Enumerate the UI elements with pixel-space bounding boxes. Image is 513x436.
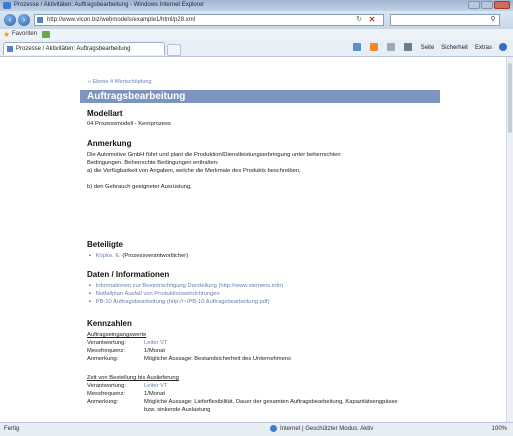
add-favorite-icon[interactable] xyxy=(42,31,50,38)
favorites-button[interactable]: Favoriten xyxy=(12,29,37,40)
daten-item-link[interactable]: Informationen zur Beeinträchtigung Darst… xyxy=(96,283,217,289)
window-controls xyxy=(468,1,510,9)
kennzahl-value: 1/Monat xyxy=(144,391,165,397)
daten-heading: Daten / Informationen xyxy=(87,270,170,279)
daten-item: Informationen zur Beeinträchtigung Darst… xyxy=(89,283,284,289)
anmerkung-line: Bedingungen. Beherrschte Bedingungen ent… xyxy=(87,160,219,166)
kennzahl-value: Mögliche Aussage: Lieferflexibilität, Da… xyxy=(144,399,398,405)
participant-item: Köpke, E. (Prozessverantwortlicher) xyxy=(89,253,188,259)
kennzahl-key: Verantwortung: xyxy=(87,340,126,346)
window-title: Prozesse / Aktivitäten: Auftragsbearbeit… xyxy=(14,2,205,8)
feeds-button[interactable] xyxy=(369,43,380,53)
status-bar: Fertig Internet | Geschützter Modus: Akt… xyxy=(0,422,513,436)
mail-icon xyxy=(386,43,395,52)
page-viewport: « Ebene 4 Wertschöpfung Auftragsbearbeit… xyxy=(0,57,506,422)
kennzahl-key: Messfrequenz: xyxy=(87,391,126,397)
kennzahl-key: Messfrequenz: xyxy=(87,348,126,354)
kennzahl-row: bzw. sinkende Auslastung xyxy=(87,407,210,413)
tab-page-icon xyxy=(7,46,13,52)
kennzahl-value: 1/Monat xyxy=(144,348,165,354)
tools-menu[interactable]: Extras xyxy=(475,43,492,53)
kennzahl-key: Anmerkung: xyxy=(87,399,119,405)
anmerkung-line: b) den Gebrauch geeigneter Ausrüstung, xyxy=(87,184,192,190)
close-button[interactable] xyxy=(494,1,510,9)
print-icon xyxy=(403,43,412,52)
kennzahl-value: bzw. sinkende Auslastung xyxy=(144,407,211,413)
beteiligte-heading: Beteiligte xyxy=(87,240,124,249)
window-title-bar: Prozesse / Aktivitäten: Auftragsbearbeit… xyxy=(0,0,513,11)
participant-role: (Prozessverantwortlicher) xyxy=(122,253,189,259)
daten-item-link[interactable]: Notfallplan Ausfall von Produktionseinri… xyxy=(96,291,220,297)
daten-item-link[interactable]: PB-10 Auftragsbearbeitung xyxy=(96,299,166,305)
minimize-button[interactable] xyxy=(468,1,480,9)
page-title: Auftragsbearbeitung xyxy=(80,90,440,103)
command-bar: Seite Sicherheit Extras xyxy=(352,43,509,53)
daten-item: PB-10 Auftragsbearbeitung (http://~/PB-1… xyxy=(89,299,270,305)
tab-bar: Prozesse / Aktivitäten: Auftragsbearbeit… xyxy=(0,40,513,57)
kennzahl-title: Auftragseingangswerte xyxy=(87,332,147,338)
tab-current[interactable]: Prozesse / Aktivitäten: Auftragsbearbeit… xyxy=(3,42,165,55)
security-zone-text: Internet | Geschützter Modus: Aktiv xyxy=(280,426,374,432)
kennzahl-row: Verantwortung: Leiter VT xyxy=(87,383,168,389)
kennzahl-key: Verantwortung: xyxy=(87,383,126,389)
modellart-heading: Modellart xyxy=(87,109,123,118)
address-url: http://www.vicon.biz/webmodels/example1/… xyxy=(47,17,196,23)
safety-menu[interactable]: Sicherheit xyxy=(441,43,468,53)
search-icon[interactable]: ⚲ xyxy=(488,15,498,25)
scrollbar-thumb[interactable] xyxy=(508,63,512,133)
kennzahl-row: Anmerkung: Mögliche Aussage: Bestandsiche… xyxy=(87,356,291,362)
participant-name-link[interactable]: Köpke, E. xyxy=(96,253,121,259)
new-tab-button[interactable] xyxy=(167,44,181,56)
help-button[interactable] xyxy=(499,43,509,53)
tab-title: Prozesse / Aktivitäten: Auftragsbearbeit… xyxy=(16,46,131,52)
print-button[interactable] xyxy=(403,43,414,53)
kennzahl-value-link[interactable]: Leiter VT xyxy=(144,340,168,346)
modellart-value: 04 Prozessmodell - Kernprozess xyxy=(87,121,171,127)
daten-item: Notfallplan Ausfall von Produktionseinri… xyxy=(89,291,220,297)
kennzahl-value-link[interactable]: Leiter VT xyxy=(144,383,168,389)
help-icon xyxy=(499,43,507,52)
search-input[interactable]: ⚲ xyxy=(390,14,500,26)
anmerkung-line: Die Automotive GmbH führt und plant die … xyxy=(87,152,341,158)
stop-icon[interactable]: ✕ xyxy=(366,14,378,26)
page-content: « Ebene 4 Wertschöpfung Auftragsbearbeit… xyxy=(80,57,440,422)
favorites-star-icon[interactable]: ★ xyxy=(3,29,10,40)
globe-icon xyxy=(270,424,277,432)
anmerkung-line: a) die Verfügbarkeit von Angaben, welche… xyxy=(87,168,301,174)
kennzahl-key: Anmerkung: xyxy=(87,356,119,362)
kennzahlen-heading: Kennzahlen xyxy=(87,319,132,328)
zoom-level[interactable]: 100% xyxy=(492,423,507,435)
page-icon xyxy=(37,17,43,23)
address-bar[interactable]: http://www.vicon.biz/webmodels/example1/… xyxy=(34,14,384,26)
forward-button[interactable]: › xyxy=(18,14,30,26)
breadcrumb[interactable]: « Ebene 4 Wertschöpfung xyxy=(88,79,152,85)
kennzahl-row: Messfrequenz: 1/Monat xyxy=(87,348,165,354)
kennzahl-row: Messfrequenz: 1/Monat xyxy=(87,391,165,397)
feeds-icon xyxy=(369,43,378,52)
daten-item-url[interactable]: (http://~/PB-10 Auftragsbearbeitung.pdf) xyxy=(167,299,270,305)
kennzahl-value: Mögliche Aussage: Bestandsicherheit des … xyxy=(144,356,291,362)
mail-button[interactable] xyxy=(386,43,397,53)
home-button[interactable] xyxy=(352,43,363,53)
status-text: Fertig xyxy=(4,426,20,432)
security-zone[interactable]: Internet | Geschützter Modus: Aktiv xyxy=(270,423,373,435)
anmerkung-heading: Anmerkung xyxy=(87,139,132,148)
ie-app-icon xyxy=(3,2,11,9)
kennzahl-title: Zeit von Bestellung bis Auslieferung xyxy=(87,375,179,381)
home-icon xyxy=(352,43,361,52)
address-toolbar: ‹ › http://www.vicon.biz/webmodels/examp… xyxy=(0,11,513,29)
vertical-scrollbar[interactable] xyxy=(506,57,513,422)
page-menu[interactable]: Seite xyxy=(421,43,435,53)
kennzahl-row: Verantwortung: Leiter VT xyxy=(87,340,168,346)
kennzahl-row: Anmerkung: Mögliche Aussage: Lieferflexib… xyxy=(87,399,398,405)
refresh-icon[interactable]: ↻ xyxy=(352,14,366,26)
maximize-button[interactable] xyxy=(481,1,493,9)
daten-item-url[interactable]: (http://www.siemens.info) xyxy=(218,283,283,289)
back-button[interactable]: ‹ xyxy=(4,14,16,26)
